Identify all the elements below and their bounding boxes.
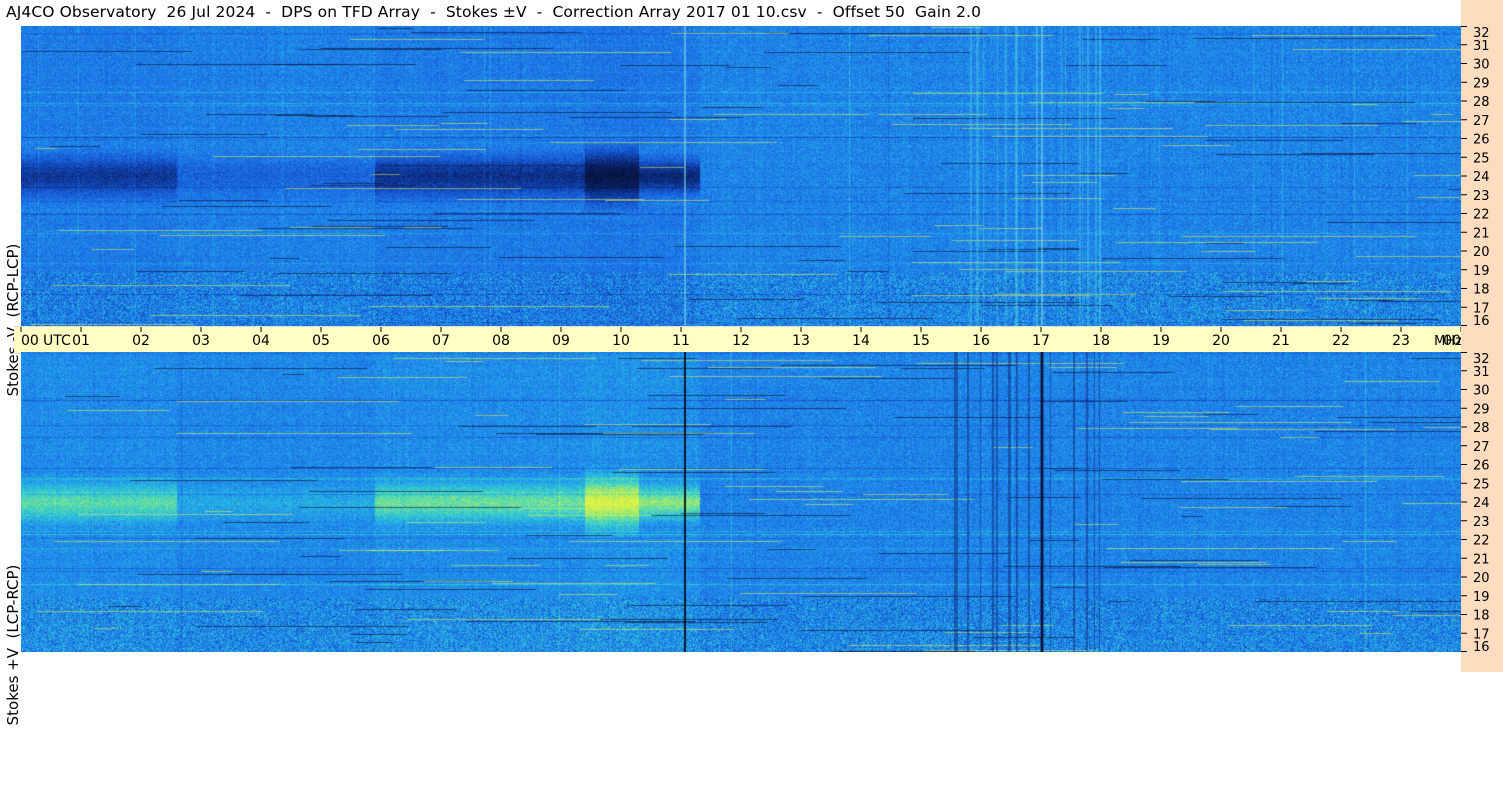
freq-tick-label: 29 (1473, 402, 1490, 417)
top-spectrogram-canvas (21, 26, 1461, 326)
freq-tick-label: 25 (1473, 477, 1490, 492)
freq-tick-label: 23 (1473, 189, 1490, 204)
freq-tick-label: 18 (1473, 283, 1490, 298)
utc-tick-label: 13 (792, 333, 810, 349)
freq-tick-label: 18 (1473, 609, 1490, 624)
freq-tick-label: 17 (1473, 301, 1490, 316)
top-spectrogram (21, 26, 1461, 326)
utc-tick-label: 09 (552, 333, 570, 349)
freq-tick-label: 22 (1473, 534, 1490, 549)
freq-tick-label: 31 (1473, 39, 1490, 54)
bottom-frequency-axis: 1617181920212223242526272829303132 (1461, 352, 1490, 652)
freq-tick-label: 26 (1473, 133, 1490, 148)
bottom-spectrogram-canvas (21, 352, 1461, 652)
freq-tick-label: 27 (1473, 114, 1490, 129)
freq-tick-label: 23 (1473, 515, 1490, 530)
freq-tick-label: 19 (1473, 590, 1490, 605)
freq-tick-label: 22 (1473, 208, 1490, 223)
utc-tick-label: 06 (372, 333, 390, 349)
freq-tick-label: 21 (1473, 552, 1490, 567)
freq-tick-label: 28 (1473, 421, 1490, 436)
utc-tick-label: 04 (252, 333, 270, 349)
utc-tick-label: 05 (312, 333, 330, 349)
freq-tick-label: 24 (1473, 170, 1490, 185)
freq-tick-label: 26 (1473, 459, 1490, 474)
freq-tick-label: 30 (1473, 58, 1490, 73)
utc-tick-label: 10 (612, 333, 630, 349)
utc-tick-label: 08 (492, 333, 510, 349)
chart-title: AJ4CO Observatory 26 Jul 2024 - DPS on T… (6, 3, 982, 21)
mhz-unit-label: MHz (1434, 334, 1462, 349)
utc-tick-label: 14 (852, 333, 870, 349)
freq-tick-label: 32 (1473, 26, 1490, 41)
utc-tick-label: 18 (1092, 333, 1110, 349)
utc-tick-label: 12 (732, 333, 750, 349)
utc-tick-label: 16 (972, 333, 990, 349)
freq-tick-label: 21 (1473, 226, 1490, 241)
freq-tick-label: 20 (1473, 571, 1490, 586)
utc-tick-label: 01 (72, 333, 90, 349)
freq-tick-label: 20 (1473, 245, 1490, 260)
utc-tick-label: 11 (672, 333, 690, 349)
freq-tick-label: 30 (1473, 384, 1490, 399)
utc-tick-label: 03 (192, 333, 210, 349)
freq-tick-label: 24 (1473, 496, 1490, 511)
utc-tick-label: 20 (1212, 333, 1230, 349)
utc-tick-label: 07 (432, 333, 450, 349)
freq-tick-label: 31 (1473, 365, 1490, 380)
top-frequency-axis: 1617181920212223242526272829303132 (1461, 26, 1490, 326)
utc-tick-label: 21 (1272, 333, 1290, 349)
utc-tick-label: 22 (1332, 333, 1350, 349)
utc-time-axis-svg: 00 01 02 03 04 05 06 07 08 09 10 11 12 13 14 15 16 17 18 19… (20, 327, 1462, 349)
utc-tick-label: 17 (1032, 333, 1050, 349)
utc-tick-label: 23 (1392, 333, 1410, 349)
utc-unit-label: UTC (43, 333, 71, 349)
utc-tick-label: 02 (132, 333, 150, 349)
utc-tick-label: 00 (21, 333, 39, 349)
freq-tick-label: 32 (1473, 352, 1490, 367)
freq-tick-label: 25 (1473, 151, 1490, 166)
bottom-spectrogram (21, 352, 1461, 652)
freq-tick-label: 28 (1473, 95, 1490, 110)
freq-tick-label: 29 (1473, 76, 1490, 91)
utc-tick-label: 15 (912, 333, 930, 349)
bottom-panel-ylabel: Stokes +V (LCP-RCP) (4, 564, 22, 726)
freq-tick-label: 27 (1473, 440, 1490, 455)
utc-tick-label: 19 (1152, 333, 1170, 349)
freq-tick-label: 17 (1473, 627, 1490, 642)
utc-time-axis: 00 01 02 03 04 05 06 07 08 09 10 11 12 13 14 15 16 17 18 19… (14, 326, 1464, 354)
top-panel-ylabel: Stokes -V (RCP-LCP) (4, 243, 22, 397)
freq-tick-label: 19 (1473, 264, 1490, 279)
